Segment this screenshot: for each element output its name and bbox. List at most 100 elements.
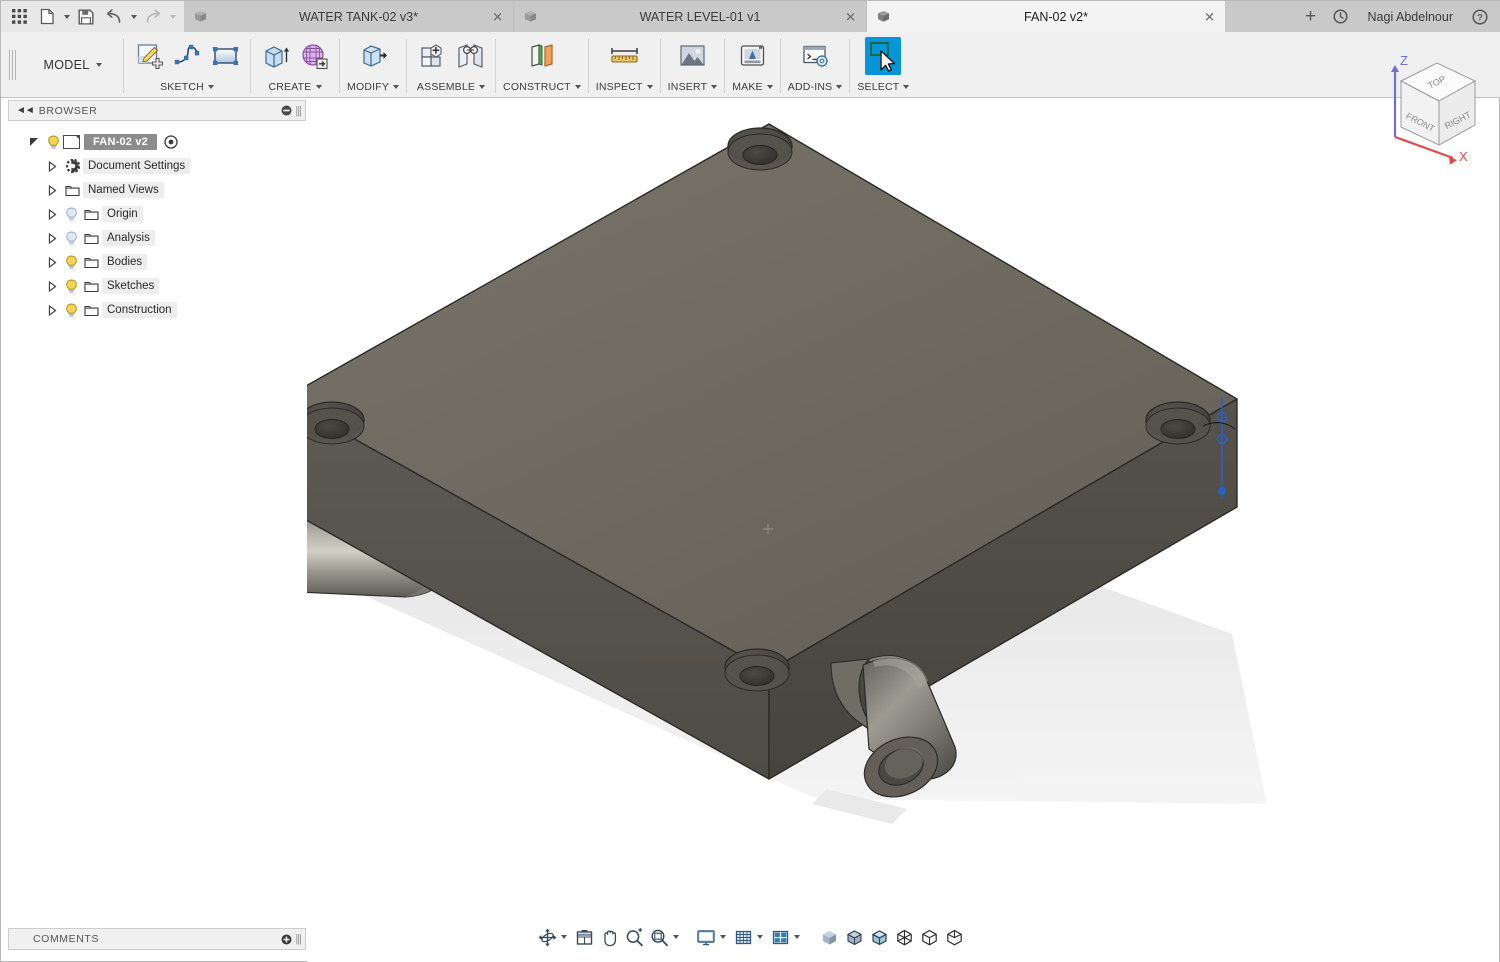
offset-plane-icon[interactable] bbox=[524, 37, 560, 75]
tree-item-label: Named Views bbox=[83, 182, 164, 198]
resize-handle-icon[interactable]: ||| bbox=[295, 933, 302, 945]
tree-item-named-views[interactable]: Named Views bbox=[8, 178, 306, 202]
tree-root-fan-02[interactable]: FAN-02 v2 bbox=[8, 130, 306, 154]
resize-handle-icon[interactable]: ||| bbox=[295, 105, 302, 117]
tree-item-analysis[interactable]: Analysis bbox=[8, 226, 306, 250]
ribbon-group-label-inspect[interactable]: INSPECT bbox=[596, 81, 653, 97]
new-component-icon[interactable] bbox=[414, 37, 450, 75]
lightbulb-on-icon[interactable] bbox=[62, 255, 81, 270]
display-settings-caret-icon[interactable] bbox=[719, 935, 731, 939]
zoom-window-icon[interactable] bbox=[647, 924, 672, 950]
new-document-caret-icon[interactable] bbox=[61, 1, 72, 32]
close-icon[interactable]: ✕ bbox=[492, 10, 503, 23]
collapsed-arrow-icon[interactable] bbox=[46, 254, 59, 270]
create-form-icon[interactable] bbox=[296, 37, 332, 75]
new-tab-button[interactable]: + bbox=[1296, 1, 1326, 32]
tree-item-construction[interactable]: Construction bbox=[8, 298, 306, 322]
document-tab-water-level-01[interactable]: WATER LEVEL-01 v1 ✕ bbox=[514, 1, 867, 32]
shaded-hidden-edges-icon[interactable] bbox=[842, 924, 867, 950]
collapsed-arrow-icon[interactable] bbox=[46, 182, 59, 198]
counterbore-hole-front bbox=[724, 648, 790, 692]
expanded-arrow-icon[interactable] bbox=[30, 138, 38, 146]
ribbon-grip[interactable] bbox=[1, 32, 23, 97]
zoom-icon[interactable] bbox=[622, 924, 647, 950]
insert-canvas-icon[interactable] bbox=[674, 37, 710, 75]
save-icon[interactable] bbox=[72, 1, 100, 32]
tree-item-bodies[interactable]: Bodies bbox=[8, 250, 306, 274]
ribbon-group-label-construct[interactable]: CONSTRUCT bbox=[503, 81, 581, 97]
lightbulb-on-icon[interactable] bbox=[62, 303, 81, 318]
collapsed-arrow-icon[interactable] bbox=[46, 230, 59, 246]
tree-item-sketches[interactable]: Sketches bbox=[8, 274, 306, 298]
workspace-selector[interactable]: MODEL bbox=[23, 32, 123, 97]
joint-icon[interactable] bbox=[452, 37, 488, 75]
minimize-icon[interactable] bbox=[281, 105, 295, 116]
undo-caret-icon[interactable] bbox=[128, 1, 139, 32]
app-grid-icon[interactable] bbox=[5, 1, 33, 32]
activate-target-icon[interactable] bbox=[164, 135, 178, 149]
3d-print-icon[interactable] bbox=[734, 37, 770, 75]
sketch-rectangle-icon[interactable] bbox=[207, 37, 243, 75]
ribbon-group-label-sketch[interactable]: SKETCH bbox=[160, 81, 214, 97]
view-cube[interactable]: Z X TOP FRONT RIGHT bbox=[1371, 49, 1491, 165]
orbit-caret-icon[interactable] bbox=[560, 935, 572, 939]
lightbulb-on-icon[interactable] bbox=[62, 279, 81, 294]
collapsed-arrow-icon[interactable] bbox=[46, 158, 59, 174]
ribbon-group-label-create[interactable]: CREATE bbox=[268, 81, 322, 97]
user-name-label[interactable]: Nagi Abdelnour bbox=[1356, 10, 1465, 24]
zoom-window-caret-icon[interactable] bbox=[672, 935, 684, 939]
look-at-icon[interactable] bbox=[572, 924, 597, 950]
select-window-icon[interactable] bbox=[865, 37, 902, 75]
close-icon[interactable]: ✕ bbox=[1204, 10, 1215, 23]
ribbon-group-label-addins[interactable]: ADD-INS bbox=[788, 81, 843, 97]
undo-icon[interactable] bbox=[100, 1, 128, 32]
display-settings-icon[interactable] bbox=[693, 924, 719, 950]
sketch-spline-icon[interactable] bbox=[169, 37, 205, 75]
orbit-icon[interactable] bbox=[535, 924, 560, 950]
clock-icon[interactable] bbox=[1326, 1, 1356, 32]
lightbulb-off-icon[interactable] bbox=[62, 207, 81, 222]
ribbon-group-label-insert[interactable]: INSERT bbox=[668, 81, 718, 97]
lightbulb-on-icon[interactable] bbox=[44, 135, 63, 150]
shaded-icon[interactable] bbox=[817, 924, 842, 950]
viewcube-body[interactable]: TOP FRONT RIGHT bbox=[1399, 62, 1477, 146]
grid-snaps-caret-icon[interactable] bbox=[756, 935, 768, 939]
create-sketch-icon[interactable] bbox=[131, 37, 167, 75]
help-icon[interactable]: ? bbox=[1465, 1, 1495, 32]
shaded-visible-edges-icon[interactable] bbox=[867, 924, 892, 950]
ribbon-group-label-modify[interactable]: MODIFY bbox=[347, 81, 400, 97]
wireframe-visible-icon[interactable] bbox=[942, 924, 967, 950]
wireframe-hidden-icon[interactable] bbox=[917, 924, 942, 950]
document-tab-fan-02[interactable]: FAN-02 v2* ✕ bbox=[867, 1, 1225, 32]
ribbon-group-label-make[interactable]: MAKE bbox=[732, 81, 773, 97]
ribbon-group-label-select[interactable]: SELECT bbox=[857, 81, 910, 97]
ribbon-group-modify: MODIFY bbox=[340, 32, 406, 97]
collapsed-arrow-icon[interactable] bbox=[46, 206, 59, 222]
redo-caret-icon[interactable] bbox=[167, 1, 178, 32]
comments-panel[interactable]: COMMENTS ||| bbox=[8, 928, 306, 950]
redo-icon[interactable] bbox=[139, 1, 167, 32]
grid-snaps-icon[interactable] bbox=[731, 924, 756, 950]
wireframe-icon[interactable] bbox=[892, 924, 917, 950]
tree-item-document-settings[interactable]: Document Settings bbox=[8, 154, 306, 178]
viewports-caret-icon[interactable] bbox=[793, 935, 805, 939]
collapsed-arrow-icon[interactable] bbox=[46, 278, 59, 294]
pan-icon[interactable] bbox=[597, 924, 622, 950]
close-icon[interactable]: ✕ bbox=[845, 10, 856, 23]
press-pull-icon[interactable] bbox=[355, 37, 391, 75]
new-document-icon[interactable] bbox=[33, 1, 61, 32]
ribbon-group-label-assemble[interactable]: ASSEMBLE bbox=[417, 81, 486, 97]
scripts-addins-icon[interactable] bbox=[797, 37, 833, 75]
lightbulb-off-icon[interactable] bbox=[62, 231, 81, 246]
3d-viewport[interactable] bbox=[307, 99, 1499, 962]
tree-item-origin[interactable]: Origin bbox=[8, 202, 306, 226]
collapse-left-icon[interactable]: ◄◄ bbox=[13, 105, 39, 116]
measure-icon[interactable] bbox=[606, 37, 642, 75]
document-tab-water-tank-02[interactable]: WATER TANK-02 v3* ✕ bbox=[184, 1, 514, 32]
collapsed-arrow-icon[interactable] bbox=[46, 302, 59, 318]
viewports-icon[interactable] bbox=[768, 924, 793, 950]
document-tabs: WATER TANK-02 v3* ✕ WATER LEVEL-01 v1 ✕ bbox=[184, 1, 1296, 32]
add-comment-icon[interactable] bbox=[281, 934, 295, 945]
extrude-icon[interactable] bbox=[258, 37, 294, 75]
gear-icon bbox=[62, 159, 83, 173]
